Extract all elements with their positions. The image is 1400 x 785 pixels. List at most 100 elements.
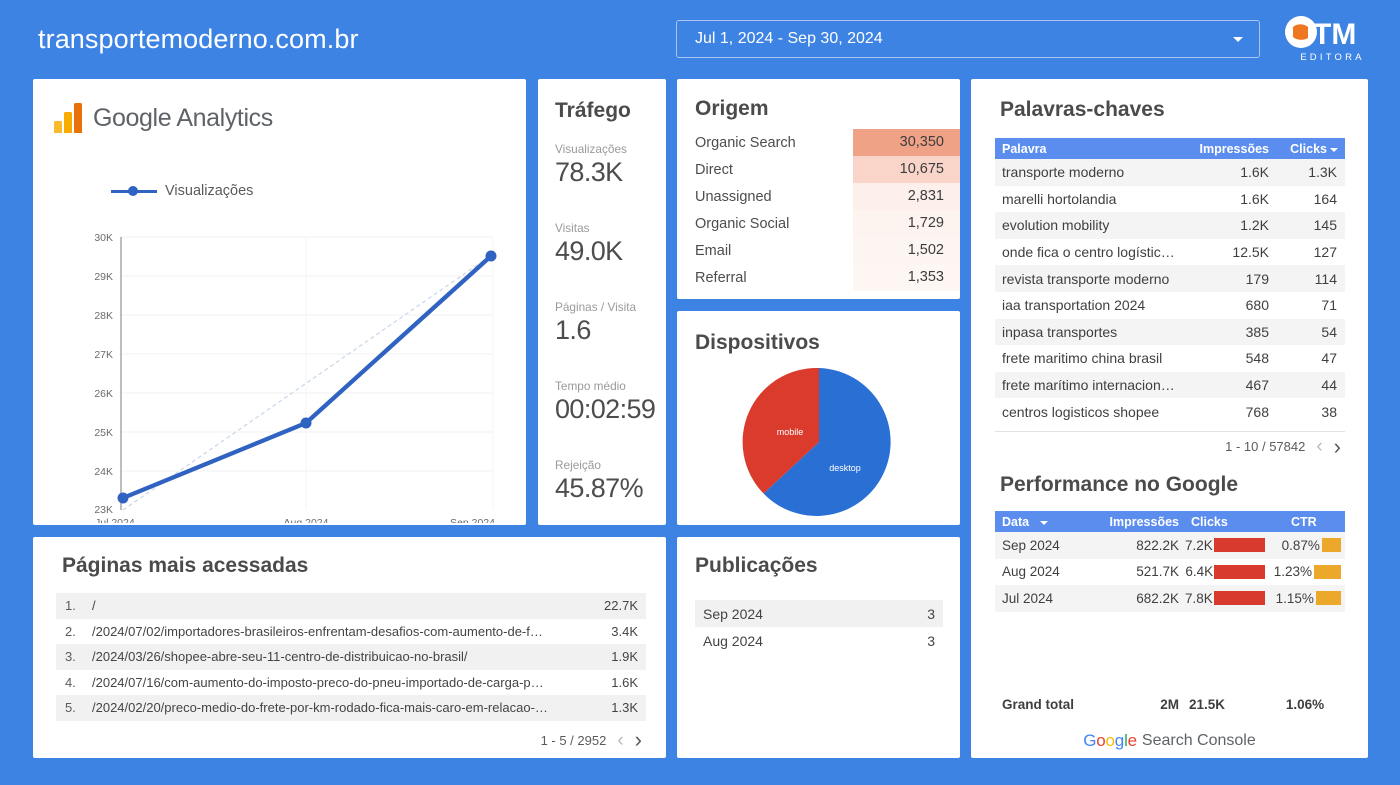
performance-ctr: 1.23% <box>1265 564 1345 579</box>
sort-descending-icon <box>1330 148 1338 152</box>
table-row[interactable]: Jul 2024 682.2K 7.8K 1.15% <box>995 585 1345 612</box>
keyword-word: frete maritimo china brasil <box>995 350 1191 366</box>
table-row[interactable]: 4. /2024/07/16/com-aumento-do-imposto-pr… <box>56 670 646 696</box>
table-row[interactable]: Sep 2024 822.2K 7.2K 0.87% <box>995 532 1345 559</box>
metric-label: Visualizações <box>555 142 667 156</box>
column-header-clicks[interactable]: Clicks <box>1279 142 1345 156</box>
page-url: /2024/03/26/shopee-abre-seu-11-centro-de… <box>92 649 586 664</box>
table-row[interactable]: Sep 2024 3 <box>695 600 943 627</box>
list-item[interactable]: Unassigned 2,831 <box>677 183 960 210</box>
table-row[interactable]: revista transporte moderno 179 114 <box>995 265 1345 292</box>
publicacoes-card: Publicações Sep 2024 3 Aug 2024 3 <box>677 537 960 758</box>
chevron-left-icon[interactable]: ‹ <box>1316 437 1322 456</box>
table-row[interactable]: frete maritimo china brasil 548 47 <box>995 345 1345 372</box>
chevron-left-icon[interactable]: ‹ <box>617 731 623 750</box>
table-row[interactable]: inpasa transportes 385 54 <box>995 319 1345 346</box>
performance-clicks: 7.8K <box>1185 591 1265 606</box>
date-range-picker[interactable]: Jul 1, 2024 - Sep 30, 2024 <box>676 20 1260 58</box>
svg-text:TM: TM <box>1313 18 1356 51</box>
column-header-impressoes[interactable]: Impressões <box>1191 142 1279 156</box>
metric-label: Rejeição <box>555 458 667 472</box>
origem-value: 1,729 <box>853 210 960 237</box>
column-header-palavra[interactable]: Palavra <box>995 142 1191 156</box>
svg-text:29K: 29K <box>94 271 113 283</box>
metric-paginas-visita: Páginas / Visita 1.6 <box>555 300 667 346</box>
paginas-title: Páginas mais acessadas <box>62 554 308 578</box>
table-row[interactable]: onde fica o centro logístic… 12.5K 127 <box>995 239 1345 266</box>
performance-clicks: 6.4K <box>1185 564 1265 579</box>
origem-value: 1,353 <box>853 264 960 291</box>
metric-visitas: Visitas 49.0K <box>555 221 667 267</box>
origem-channel: Unassigned <box>677 189 853 205</box>
metric-label: Tempo médio <box>555 379 667 393</box>
page-views: 3.4K <box>586 624 646 639</box>
pagination-label: 1 - 10 / 57842 <box>1225 439 1305 454</box>
metric-rejeicao: Rejeição 45.87% <box>555 458 667 504</box>
table-row[interactable]: 3. /2024/03/26/shopee-abre-seu-11-centro… <box>56 644 646 670</box>
table-row[interactable]: Aug 2024 3 <box>695 627 943 654</box>
metric-label: Visitas <box>555 221 667 235</box>
table-row[interactable]: evolution mobility 1.2K 145 <box>995 212 1345 239</box>
column-header-data[interactable]: Data <box>995 515 1095 529</box>
visualizacoes-line-chart: 30K 29K 28K 27K 26K 25K 24K 23K Jul 2024… <box>33 203 526 523</box>
list-item[interactable]: Organic Search 30,350 <box>677 129 960 156</box>
paginas-card: Páginas mais acessadas 1. / 22.7K 2. /20… <box>33 537 666 758</box>
keyword-impressions: 179 <box>1191 271 1279 287</box>
column-header-ctr[interactable]: CTR <box>1265 515 1345 529</box>
svg-text:Jul 2024: Jul 2024 <box>95 517 135 523</box>
table-row[interactable]: centros logisticos shopee 768 38 <box>995 398 1345 425</box>
search-console-card: Palavras-chaves Palavra Impressões Click… <box>971 79 1368 758</box>
publicacoes-title: Publicações <box>695 554 818 578</box>
keyword-clicks: 1.3K <box>1279 164 1345 180</box>
keywords-pagination: 1 - 10 / 57842 ‹ › <box>995 431 1345 461</box>
origem-channel: Direct <box>677 162 853 178</box>
google-word: Google <box>93 104 171 132</box>
performance-date: Aug 2024 <box>995 564 1095 579</box>
dispositivos-pie-chart: mobile desktop <box>677 366 960 518</box>
grand-total-ctr: 1.06% <box>1265 697 1345 712</box>
table-row[interactable]: 1. / 22.7K <box>56 593 646 619</box>
keyword-impressions: 385 <box>1191 324 1279 340</box>
list-item[interactable]: Email 1,502 <box>677 237 960 264</box>
analytics-bars-icon <box>54 103 82 133</box>
table-row[interactable]: Aug 2024 521.7K 6.4K 1.23% <box>995 559 1345 586</box>
paginas-list: 1. / 22.7K 2. /2024/07/02/importadores-b… <box>56 593 646 721</box>
performance-impressions: 822.2K <box>1095 538 1185 553</box>
table-row[interactable]: transporte moderno 1.6K 1.3K <box>995 159 1345 186</box>
table-row[interactable]: iaa transportation 2024 680 71 <box>995 292 1345 319</box>
list-item[interactable]: Direct 10,675 <box>677 156 960 183</box>
chevron-right-icon[interactable]: › <box>635 729 642 751</box>
sort-descending-icon <box>1040 521 1048 525</box>
chevron-right-icon[interactable]: › <box>1334 436 1341 458</box>
column-header-clicks[interactable]: Clicks <box>1185 515 1265 529</box>
keyword-clicks: 164 <box>1279 191 1345 207</box>
keyword-word: onde fica o centro logístic… <box>995 244 1191 260</box>
origem-value: 30,350 <box>853 129 960 156</box>
page-views: 1.9K <box>586 649 646 664</box>
keyword-word: marelli hortolandia <box>995 191 1191 207</box>
page-title: transportemoderno.com.br <box>38 24 359 55</box>
otm-logo-subtitle: EDITORA <box>1283 52 1379 63</box>
list-item[interactable]: Referral 1,353 <box>677 264 960 291</box>
column-header-impressoes[interactable]: Impressões <box>1095 515 1185 529</box>
paginas-pagination: 1 - 5 / 2952 ‹ › <box>56 727 646 753</box>
page-url: /2024/02/20/preco-medio-do-frete-por-km-… <box>92 700 586 715</box>
list-item[interactable]: Organic Social 1,729 <box>677 210 960 237</box>
table-header-row: Palavra Impressões Clicks <box>995 138 1345 159</box>
publicacoes-list: Sep 2024 3 Aug 2024 3 <box>695 600 943 654</box>
svg-text:26K: 26K <box>94 388 113 400</box>
palavras-chaves-title: Palavras-chaves <box>1000 98 1165 122</box>
dashboard-page: transportemoderno.com.br Jul 1, 2024 - S… <box>0 0 1400 785</box>
table-row[interactable]: 2. /2024/07/02/importadores-brasileiros-… <box>56 619 646 645</box>
performance-date: Sep 2024 <box>995 538 1095 553</box>
table-row[interactable]: frete marítimo internacion… 467 44 <box>995 372 1345 399</box>
table-row[interactable]: marelli hortolandia 1.6K 164 <box>995 186 1345 213</box>
google-analytics-card: Google Analytics Visualizações <box>33 79 526 525</box>
keyword-word: evolution mobility <box>995 217 1191 233</box>
table-row[interactable]: 5. /2024/02/20/preco-medio-do-frete-por-… <box>56 695 646 721</box>
origem-value: 1,502 <box>853 237 960 264</box>
origem-channel: Organic Social <box>677 216 853 232</box>
page-url: /2024/07/16/com-aumento-do-imposto-preco… <box>92 675 586 690</box>
clicks-bar <box>1214 565 1265 579</box>
performance-date: Jul 2024 <box>995 591 1095 606</box>
